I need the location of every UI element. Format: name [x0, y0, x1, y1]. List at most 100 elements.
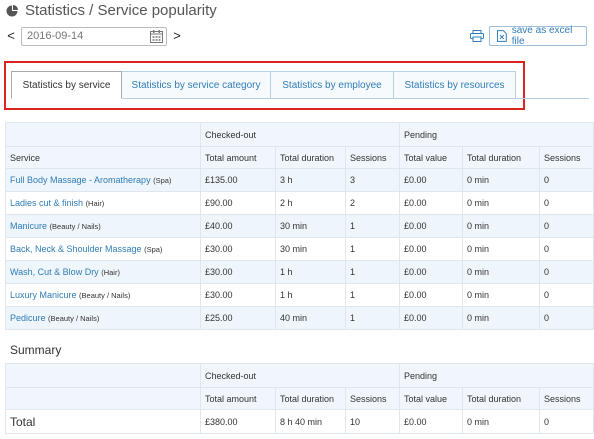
total-duration-cell: 1 h: [275, 260, 346, 284]
date-input[interactable]: [27, 30, 137, 42]
total-duration-cell: 1 h: [275, 283, 346, 307]
total-amount-cell: £30.00: [200, 260, 276, 284]
pending-duration-cell: 0 min: [462, 191, 540, 215]
column-header-sessions: Sessions: [345, 146, 400, 169]
service-cell: Ladies cut & finish (Hair): [5, 191, 201, 215]
pending-duration-cell: 0 min: [462, 306, 540, 330]
save-as-excel-label: save as excel file: [511, 25, 573, 47]
service-category: (Hair): [85, 199, 105, 208]
column-header-pending-total-duration: Total duration: [462, 146, 540, 169]
page-title: Statistics / Service popularity: [25, 2, 217, 19]
total-label: Total: [5, 409, 201, 434]
pending-duration-cell: 0 min: [462, 260, 540, 284]
pending-duration-cell: 0 min: [462, 214, 540, 238]
date-field[interactable]: [21, 26, 167, 46]
pending-group-header: Pending: [399, 363, 594, 388]
total-duration-cell: 3 h: [275, 168, 346, 192]
sessions-cell: 1: [345, 260, 400, 284]
total-amount-cell: £40.00: [200, 214, 276, 238]
service-category: (Spa): [144, 245, 163, 254]
statistics-tabs: Statistics by service Statistics by serv…: [11, 71, 516, 99]
table-row: Manicure (Beauty / Nails) £40.00 30 min …: [5, 214, 594, 238]
column-header-pending-total-duration: Total duration: [462, 387, 540, 410]
pending-value-cell: £0.00: [399, 306, 463, 330]
page-header: Statistics / Service popularity: [6, 2, 217, 19]
table-row: Full Body Massage - Aromatherapy (Spa) £…: [5, 168, 594, 192]
tab-statistics-by-employee[interactable]: Statistics by employee: [271, 71, 394, 99]
total-duration-cell: 8 h 40 min: [275, 409, 346, 434]
summary-heading: Summary: [10, 343, 62, 357]
calendar-icon[interactable]: [150, 29, 163, 43]
service-link[interactable]: Pedicure: [10, 313, 46, 323]
save-as-excel-button[interactable]: save as excel file: [489, 25, 587, 47]
pending-value-cell: £0.00: [399, 409, 463, 434]
service-link[interactable]: Luxury Manicure: [10, 290, 77, 300]
column-header-service: Service: [5, 146, 201, 169]
prev-date-button[interactable]: <: [6, 26, 16, 46]
sessions-cell: 3: [345, 168, 400, 192]
column-header-pending-sessions: Sessions: [539, 146, 594, 169]
total-duration-cell: 30 min: [275, 237, 346, 261]
table-row: Luxury Manicure (Beauty / Nails) £30.00 …: [5, 283, 594, 307]
pending-duration-cell: 0 min: [462, 168, 540, 192]
column-header-total-duration: Total duration: [275, 387, 346, 410]
pending-value-cell: £0.00: [399, 237, 463, 261]
pending-sessions-cell: 0: [539, 168, 594, 192]
total-duration-cell: 30 min: [275, 214, 346, 238]
service-link[interactable]: Manicure: [10, 221, 47, 231]
table-column-header-row: Service Total amount Total duration Sess…: [5, 146, 594, 169]
pending-value-cell: £0.00: [399, 214, 463, 238]
service-link[interactable]: Wash, Cut & Blow Dry: [10, 267, 99, 277]
tab-statistics-by-resources[interactable]: Statistics by resources: [394, 71, 516, 99]
service-cell: Full Body Massage - Aromatherapy (Spa): [5, 168, 201, 192]
service-link[interactable]: Full Body Massage - Aromatherapy: [10, 175, 151, 185]
total-amount-cell: £90.00: [200, 191, 276, 215]
pending-value-cell: £0.00: [399, 260, 463, 284]
column-header-total-duration: Total duration: [275, 146, 346, 169]
table-row: Ladies cut & finish (Hair) £90.00 2 h 2 …: [5, 191, 594, 215]
summary-column-header-row: Total amount Total duration Sessions Tot…: [5, 387, 594, 410]
pending-value-cell: £0.00: [399, 283, 463, 307]
sessions-cell: 10: [345, 409, 400, 434]
pie-chart-icon: [6, 4, 18, 16]
sessions-cell: 2: [345, 191, 400, 215]
pending-group-header: Pending: [399, 122, 594, 147]
total-duration-cell: 2 h: [275, 191, 346, 215]
service-cell: Manicure (Beauty / Nails): [5, 214, 201, 238]
sessions-cell: 1: [345, 214, 400, 238]
print-icon[interactable]: [470, 30, 484, 42]
tab-statistics-by-service-category[interactable]: Statistics by service category: [122, 71, 271, 99]
empty-header-cell: [5, 363, 201, 388]
pending-value-cell: £0.00: [399, 168, 463, 192]
pending-sessions-cell: 0: [539, 191, 594, 215]
pending-duration-cell: 0 min: [462, 283, 540, 307]
service-link[interactable]: Ladies cut & finish: [10, 198, 83, 208]
column-header-total-amount: Total amount: [200, 387, 276, 410]
column-header-total-value: Total value: [399, 387, 463, 410]
excel-file-icon: [497, 30, 507, 42]
service-cell: Wash, Cut & Blow Dry (Hair): [5, 260, 201, 284]
next-date-button[interactable]: >: [172, 26, 182, 46]
service-category: (Beauty / Nails): [79, 291, 131, 300]
total-amount-cell: £25.00: [200, 306, 276, 330]
table-row: Back, Neck & Shoulder Massage (Spa) £30.…: [5, 237, 594, 261]
sessions-cell: 1: [345, 283, 400, 307]
pending-sessions-cell: 0: [539, 260, 594, 284]
total-amount-cell: £135.00: [200, 168, 276, 192]
pending-sessions-cell: 0: [539, 237, 594, 261]
service-link[interactable]: Back, Neck & Shoulder Massage: [10, 244, 142, 254]
column-header-sessions: Sessions: [345, 387, 400, 410]
checked-out-group-header: Checked-out: [200, 363, 400, 388]
summary-group-header-row: Checked-out Pending: [5, 363, 594, 388]
total-amount-cell: £380.00: [200, 409, 276, 434]
table-group-header-row: Checked-out Pending: [5, 122, 594, 147]
pending-duration-cell: 0 min: [462, 237, 540, 261]
service-cell: Pedicure (Beauty / Nails): [5, 306, 201, 330]
empty-header-cell: [5, 122, 201, 147]
pending-sessions-cell: 0: [539, 306, 594, 330]
table-row: Wash, Cut & Blow Dry (Hair) £30.00 1 h 1…: [5, 260, 594, 284]
column-header-pending-sessions: Sessions: [539, 387, 594, 410]
tab-statistics-by-service[interactable]: Statistics by service: [11, 71, 122, 99]
service-cell: Back, Neck & Shoulder Massage (Spa): [5, 237, 201, 261]
checked-out-group-header: Checked-out: [200, 122, 400, 147]
